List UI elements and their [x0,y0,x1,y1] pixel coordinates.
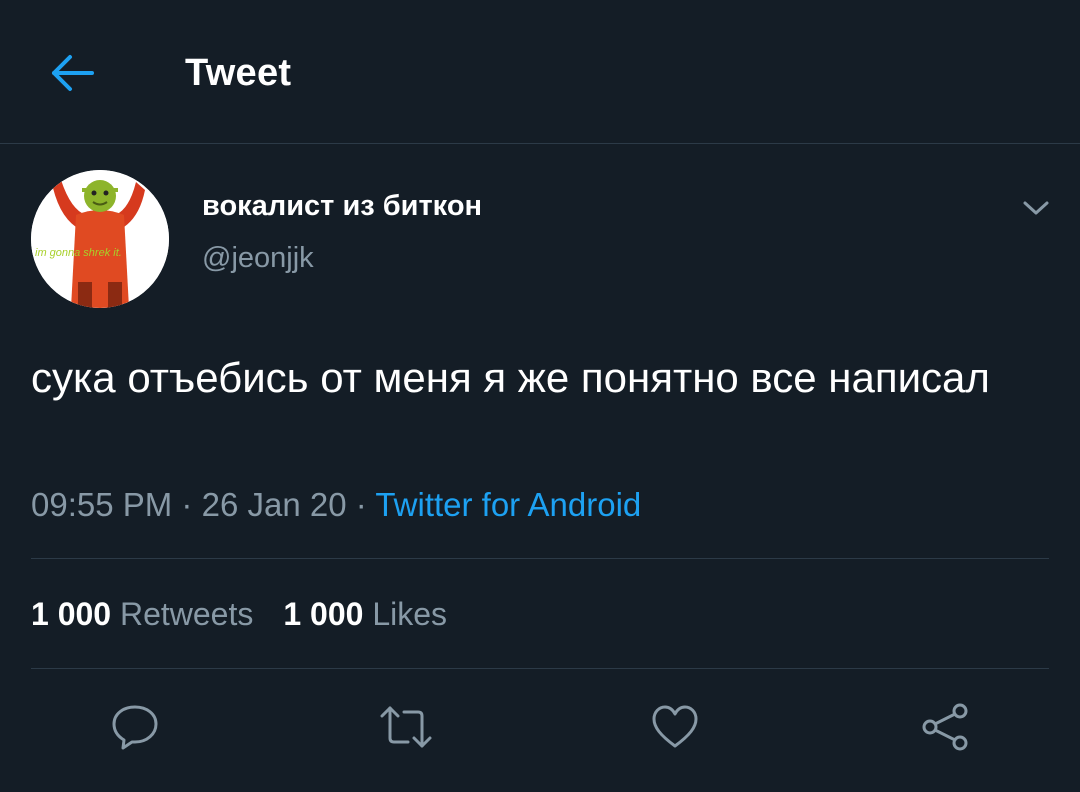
tweet-text: сука отъебись от меня я же понятно все н… [31,354,990,401]
retweet-button[interactable] [378,702,432,752]
share-button[interactable] [920,702,970,752]
meta-separator: · [355,486,367,523]
likes-label: Likes [372,596,448,632]
tweet-time: 09:55 PM [31,486,173,523]
like-button[interactable] [650,702,700,752]
retweet-icon [380,706,432,748]
tweet-menu-button[interactable] [1021,196,1051,220]
avatar[interactable]: im gonna shrek it. [31,170,169,308]
likes-stat[interactable]: 1 000 Likes [283,596,447,632]
reply-icon [112,705,158,750]
meta-separator: · [181,486,193,523]
retweets-stat[interactable]: 1 000 Retweets [31,596,253,632]
reply-button[interactable] [110,702,160,752]
tweet-stats: 1 000 Retweets 1 000 Likes [31,596,447,633]
chevron-down-icon [1023,201,1049,215]
page-title: Tweet [185,52,292,94]
author-display-name[interactable]: вокалист из биткон [202,190,482,223]
likes-count: 1 000 [283,596,364,632]
tweet-meta: 09:55 PM · 26 Jan 20 · Twitter for Andro… [31,486,641,524]
divider [31,558,1049,559]
heart-icon [652,705,698,748]
author-handle[interactable]: @jeonjjk [202,242,314,275]
arrow-left-icon [52,55,94,91]
app-header: Tweet [0,0,1080,144]
retweets-label: Retweets [119,596,254,632]
share-icon [922,703,968,751]
divider [31,668,1049,669]
tweet-date: 26 Jan 20 [201,486,347,523]
retweets-count: 1 000 [31,596,112,632]
back-button[interactable] [48,50,96,96]
tweet-source-link[interactable]: Twitter for Android [375,486,641,523]
avatar-image [31,170,169,308]
avatar-caption: im gonna shrek it. [35,247,122,259]
